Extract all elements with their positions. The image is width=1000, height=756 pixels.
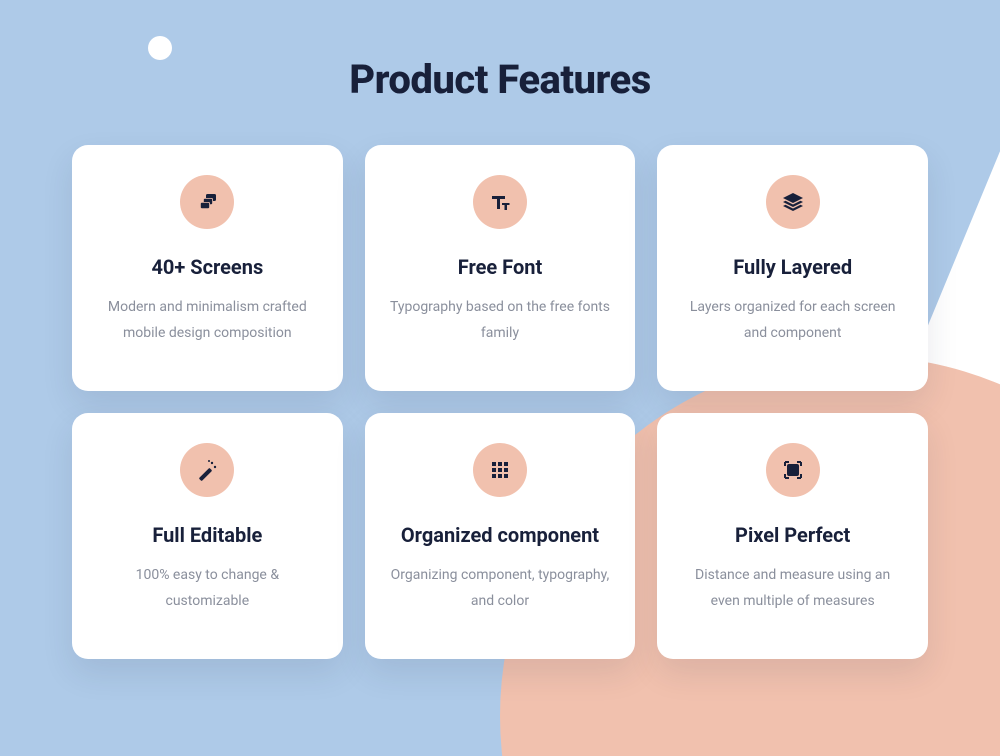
feature-card-pixel: A Pixel Perfect Distance and measure usi… (657, 413, 928, 659)
feature-description: Organizing component, typography, and co… (387, 563, 614, 615)
feature-card-editable: Full Editable 100% easy to change & cust… (72, 413, 343, 659)
page-title: Product Features (349, 56, 651, 103)
feature-card-screens: 40+ Screens Modern and minimalism crafte… (72, 145, 343, 391)
feature-title: 40+ Screens (151, 255, 263, 279)
feature-description: Distance and measure using an even multi… (679, 563, 906, 615)
feature-title: Fully Layered (733, 255, 852, 279)
feature-card-organized: Organized component Organizing component… (365, 413, 636, 659)
feature-card-layers: Fully Layered Layers organized for each … (657, 145, 928, 391)
feature-title: Pixel Perfect (735, 523, 850, 547)
layers-icon (766, 175, 820, 229)
feature-card-font: Free Font Typography based on the free f… (365, 145, 636, 391)
features-grid: 40+ Screens Modern and minimalism crafte… (72, 145, 928, 659)
screens-icon (180, 175, 234, 229)
feature-title: Full Editable (152, 523, 262, 547)
feature-description: Modern and minimalism crafted mobile des… (94, 295, 321, 347)
svg-text:A: A (790, 466, 796, 475)
font-icon (473, 175, 527, 229)
feature-description: Layers organized for each screen and com… (679, 295, 906, 347)
grid-icon (473, 443, 527, 497)
pixel-icon: A (766, 443, 820, 497)
page-container: Product Features 40+ Screens Modern and … (0, 0, 1000, 659)
wand-icon (180, 443, 234, 497)
feature-title: Organized component (401, 523, 599, 547)
feature-title: Free Font (458, 255, 542, 279)
feature-description: 100% easy to change & customizable (94, 563, 321, 615)
feature-description: Typography based on the free fonts famil… (387, 295, 614, 347)
